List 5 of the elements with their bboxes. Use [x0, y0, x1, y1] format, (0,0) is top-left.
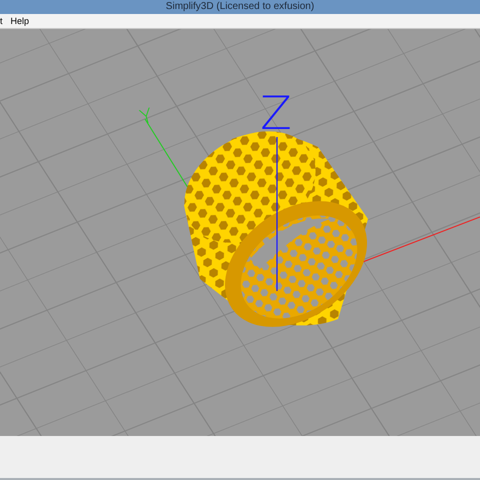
axis-label: Y	[137, 103, 156, 130]
window-title: Simplify3D (Licensed to exfusion)	[166, 1, 314, 13]
menu-item[interactable]: t	[0, 16, 3, 26]
menu-item[interactable]: Help	[10, 16, 30, 26]
axis-label: Z	[260, 86, 292, 140]
